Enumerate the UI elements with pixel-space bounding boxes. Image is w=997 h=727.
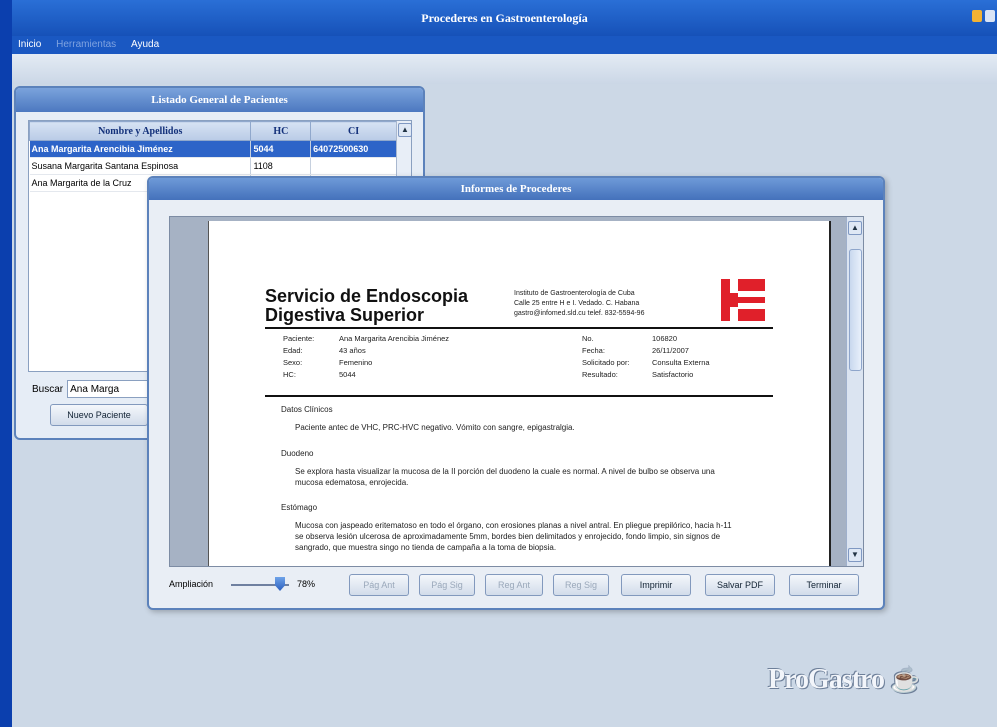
report-title-line2: Digestiva Superior — [265, 305, 425, 325]
minimize-icon[interactable] — [972, 10, 982, 22]
menu-herramientas: Herramientas — [56, 39, 117, 50]
field-value: Satisfactorio — [652, 370, 694, 379]
section-heading: Estómago — [281, 503, 318, 512]
table-row[interactable]: Ana Margarita Arencibia Jiménez 5044 640… — [29, 140, 397, 158]
cell-name: Susana Margarita Santana Espinosa — [29, 157, 252, 175]
report-window: Informes de Procederes Servicio de Endos… — [147, 176, 885, 610]
print-button[interactable]: Imprimir — [621, 574, 691, 596]
cell-hc: 5044 — [250, 140, 312, 158]
divider — [265, 395, 773, 397]
field-label: Solicitado por: — [582, 358, 630, 367]
patient-list-title: Listado General de Pacientes — [16, 88, 423, 112]
field-value: Consulta Externa — [652, 358, 710, 367]
viewer-scrollbar[interactable]: ▲ ▼ — [846, 217, 863, 566]
app-title: Procederes en Gastroenterología — [421, 11, 588, 25]
zoom-label: Ampliación — [169, 579, 214, 589]
field-value: Femenino — [339, 358, 373, 367]
menu-inicio[interactable]: Inicio — [18, 39, 41, 50]
save-pdf-button[interactable]: Salvar PDF — [705, 574, 775, 596]
institute-logo — [721, 279, 765, 321]
section-duodeno: Duodeno Se explora hasta visualizar la m… — [281, 449, 735, 488]
window-controls — [972, 10, 995, 22]
report-controls: Ampliación 78% Pág Ant Pág Sig Reg Ant R… — [169, 574, 869, 596]
field-label: Sexo: — [283, 358, 303, 367]
cell-hc: 1108 — [250, 157, 312, 175]
menu-ayuda[interactable]: Ayuda — [131, 39, 159, 50]
field-value: 5044 — [339, 370, 356, 379]
maximize-icon[interactable] — [985, 10, 995, 22]
prev-record-button[interactable]: Reg Ant — [485, 574, 543, 596]
next-record-button[interactable]: Reg Sig — [553, 574, 609, 596]
search-row: Buscar — [32, 380, 164, 398]
institute-address: Calle 25 entre H e I. Vedado. C. Habana — [514, 300, 640, 307]
field-value: 43 años — [339, 346, 366, 355]
zoom-value: 78% — [297, 579, 316, 589]
cell-ci — [310, 157, 397, 175]
finish-button[interactable]: Terminar — [789, 574, 859, 596]
section-body: Paciente antec de VHC, PRC-HVC negativo.… — [295, 423, 575, 432]
section-estomago: Estómago Mucosa con jaspeado eritematoso… — [281, 503, 735, 553]
table-row[interactable]: Susana Margarita Santana Espinosa 1108 — [29, 157, 397, 175]
prev-page-button[interactable]: Pág Ant — [349, 574, 409, 596]
brand-name: ProGastro — [768, 664, 885, 695]
brand-logo: ProGastro ☕ — [768, 664, 920, 696]
field-label: HC: — [283, 370, 296, 379]
scroll-up-icon[interactable]: ▲ — [848, 221, 862, 235]
toolbar-band — [12, 54, 997, 84]
report-fields: No. 106820 Fecha: 26/11/2007 Solicitado po… — [582, 333, 710, 381]
column-header-ci[interactable]: CI — [310, 121, 397, 141]
report-title-line1: Servicio de Endoscopia — [265, 286, 469, 306]
report-title: Servicio de Endoscopia Digestiva Superio… — [265, 287, 468, 325]
field-value: 26/11/2007 — [652, 346, 689, 355]
institute-info: Instituto de Gastroenterología de Cuba C… — [514, 289, 644, 319]
scroll-thumb[interactable] — [849, 249, 862, 371]
title-bar: Procederes en Gastroenterología — [12, 0, 997, 36]
section-heading: Duodeno — [281, 449, 314, 458]
field-label: Resultado: — [582, 370, 618, 379]
report-page: Servicio de Endoscopia Digestiva Superio… — [208, 221, 831, 566]
institute-name: Instituto de Gastroenterología de Cuba — [514, 290, 635, 297]
divider — [265, 327, 773, 329]
new-patient-button[interactable]: Nuevo Paciente — [50, 404, 148, 426]
field-label: Paciente: — [283, 334, 315, 343]
section-heading: Datos Clínicos — [281, 405, 333, 414]
menu-bar: Inicio Herramientas Ayuda — [12, 36, 997, 54]
institute-contact: gastro@infomed.sld.cu telef. 832-5594-96 — [514, 310, 645, 317]
column-header-hc[interactable]: HC — [250, 121, 312, 141]
search-label: Buscar — [32, 383, 64, 395]
cell-name: Ana Margarita Arencibia Jiménez — [29, 140, 252, 158]
scroll-up-icon[interactable]: ▲ — [398, 123, 412, 137]
field-value: Ana Margarita Arencibia Jiménez — [339, 334, 450, 343]
patient-fields: Paciente: Ana Margarita Arencibia Jiménez… — [283, 333, 449, 381]
scroll-down-icon[interactable]: ▼ — [848, 548, 862, 562]
stomach-icon: ☕ — [889, 668, 920, 694]
next-page-button[interactable]: Pág Sig — [419, 574, 475, 596]
cell-ci: 64072500630 — [310, 140, 397, 158]
section-body: Se explora hasta visualizar la mucosa de… — [295, 467, 715, 487]
field-label: Fecha: — [582, 346, 605, 355]
field-label: Edad: — [283, 346, 303, 355]
report-viewer: Servicio de Endoscopia Digestiva Superio… — [169, 216, 864, 567]
field-label: No. — [582, 334, 594, 343]
section-datos-clinicos: Datos Clínicos Paciente antec de VHC, PR… — [281, 405, 735, 433]
column-header-name[interactable]: Nombre y Apellidos — [28, 121, 252, 141]
field-value: 106820 — [652, 334, 678, 343]
report-window-title: Informes de Procederes — [149, 178, 883, 200]
section-body: Mucosa con jaspeado eritematoso en todo … — [295, 521, 732, 552]
zoom-slider-handle[interactable] — [275, 577, 285, 591]
app-window: Procederes en Gastroenterología Inicio H… — [12, 0, 997, 727]
